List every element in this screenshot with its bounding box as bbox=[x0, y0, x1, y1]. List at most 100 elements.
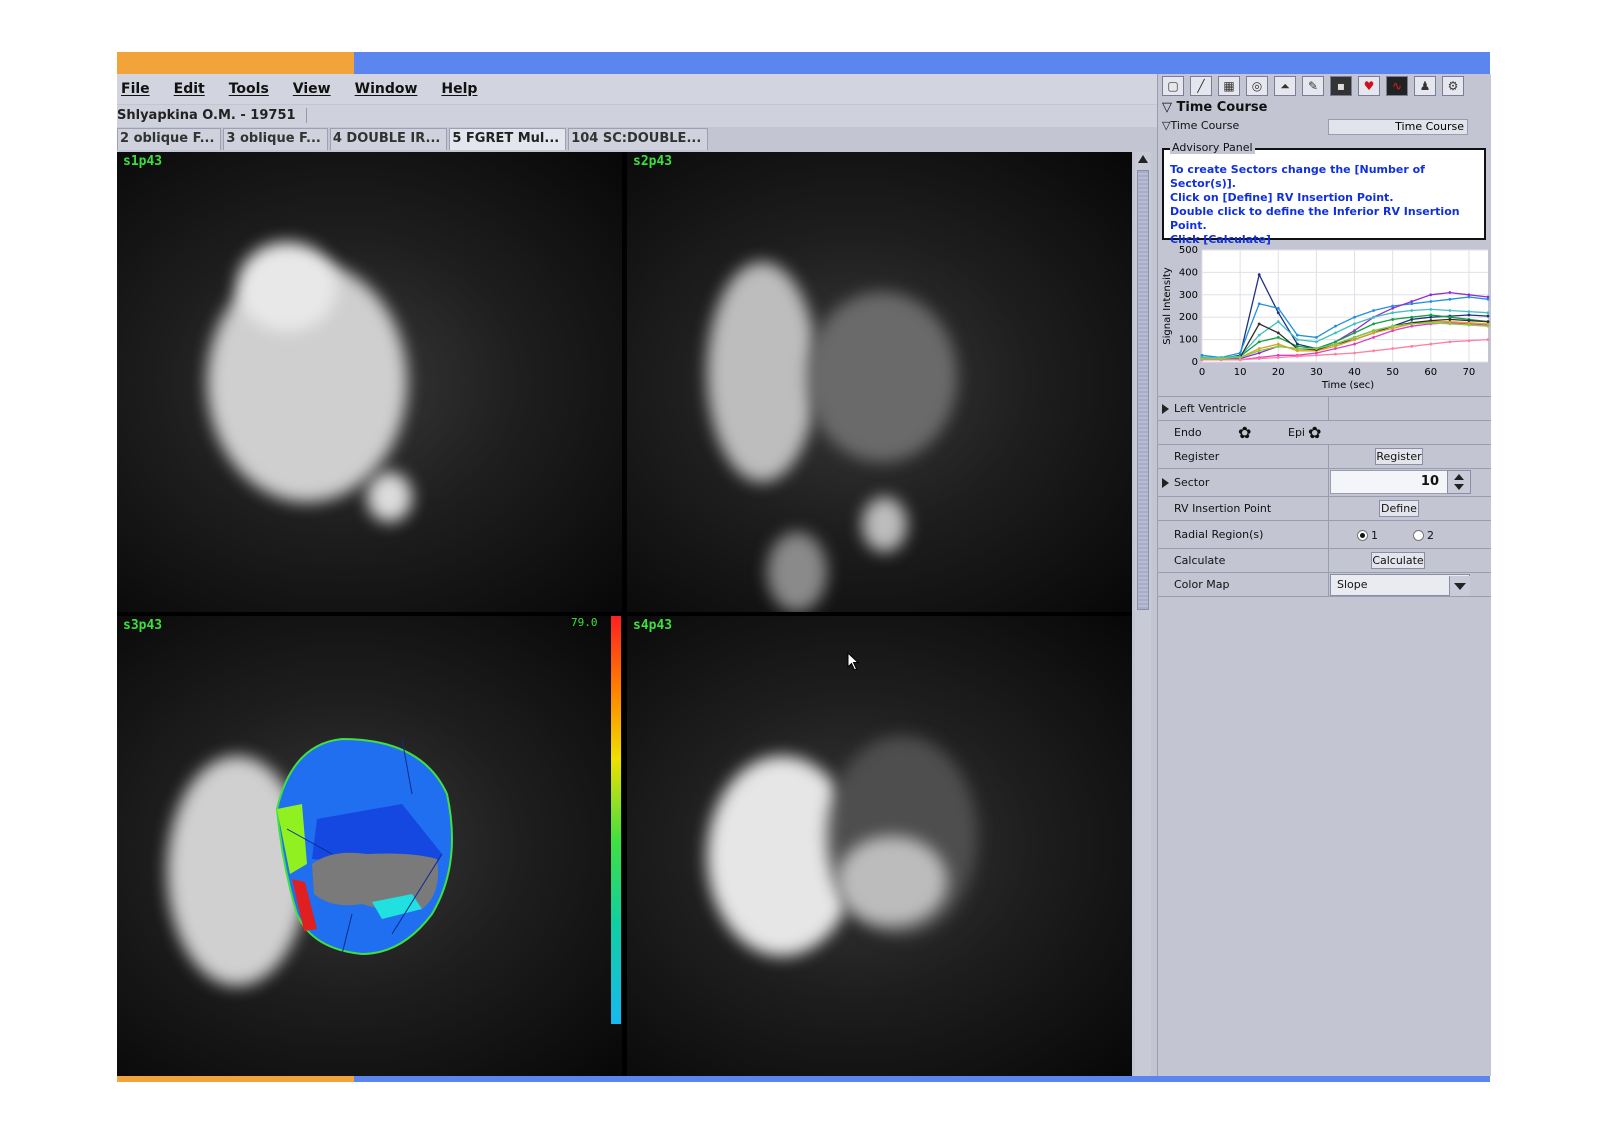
viewport-s2[interactable]: s2p43 bbox=[627, 152, 1132, 612]
viewport-label: s2p43 bbox=[633, 154, 673, 169]
signal-intensity-chart[interactable]: 500 400 300 200 100 0 0 10 20 30 40 50 60 70 Signal … bbox=[1158, 242, 1491, 392]
radial-radio-1[interactable] bbox=[1357, 530, 1368, 541]
time-course-field[interactable]: Time Course bbox=[1328, 119, 1468, 135]
chart-y-tick-label: 500 bbox=[1179, 245, 1198, 256]
target-icon[interactable]: ◎ bbox=[1246, 76, 1268, 96]
calculator-icon[interactable]: ▦ bbox=[1218, 76, 1240, 96]
advisory-panel: Advisory Panel To create Sectors change … bbox=[1162, 141, 1486, 246]
register-button[interactable]: Register bbox=[1375, 448, 1423, 465]
person-icon[interactable]: ♟ bbox=[1414, 76, 1436, 96]
chart-x-tick-label: 20 bbox=[1272, 367, 1285, 378]
signal-icon[interactable]: ∿ bbox=[1386, 76, 1408, 96]
viewport-scrollbar[interactable] bbox=[1135, 152, 1151, 1076]
measure-icon[interactable]: ╱ bbox=[1190, 76, 1212, 96]
radial-regions-row: Radial Region(s) 1 2 bbox=[1158, 520, 1491, 549]
advisory-line: To create Sectors change the [Number of … bbox=[1170, 163, 1425, 190]
tab-series-2[interactable]: 2 oblique F... bbox=[117, 128, 222, 150]
collapse-triangle-icon: ▽ bbox=[1162, 100, 1177, 115]
color-map-row: Color Map Slope bbox=[1158, 572, 1491, 597]
layout-icon[interactable]: ▢ bbox=[1162, 76, 1184, 96]
scroll-up-icon[interactable] bbox=[1138, 155, 1148, 163]
menu-view[interactable]: View bbox=[293, 81, 331, 97]
viewport-s3[interactable]: 79.0 s3p43 bbox=[117, 616, 622, 1076]
radial-radio-2[interactable] bbox=[1413, 530, 1424, 541]
expand-triangle-icon[interactable] bbox=[1162, 476, 1173, 489]
viewport-s1[interactable]: s1p43 bbox=[117, 152, 622, 612]
chart-point bbox=[1486, 314, 1490, 318]
color-map-label: Color Map bbox=[1174, 578, 1230, 591]
chart-point bbox=[1295, 333, 1299, 337]
chart-point bbox=[1353, 331, 1356, 335]
viewport-s4[interactable]: s4p43 bbox=[627, 616, 1132, 1076]
section-title: Time Course bbox=[1176, 100, 1268, 115]
advisory-text: To create Sectors change the [Number of … bbox=[1164, 163, 1484, 247]
color-map-cell: Slope bbox=[1328, 573, 1489, 597]
patient-name[interactable]: Shlyapkina O.M. - 19751 bbox=[117, 108, 307, 123]
chart-y-tick-label: 400 bbox=[1179, 267, 1198, 278]
menu-tools[interactable]: Tools bbox=[229, 81, 269, 97]
cardiac-image-region bbox=[237, 242, 337, 332]
endo-contour-icon[interactable]: ✿ bbox=[1238, 423, 1251, 442]
chart-y-axis-label: Signal Intensity bbox=[1162, 267, 1173, 345]
chart-point bbox=[1372, 329, 1375, 333]
chart-x-axis-label: Time (sec) bbox=[1321, 380, 1374, 391]
chart-point bbox=[1372, 322, 1375, 326]
define-button[interactable]: Define bbox=[1379, 500, 1419, 517]
chart-point bbox=[1353, 351, 1356, 355]
chevron-down-icon[interactable] bbox=[1449, 576, 1470, 596]
chart-point bbox=[1257, 302, 1261, 306]
chart-x-tick-label: 30 bbox=[1310, 367, 1323, 378]
cardiac-image-region bbox=[707, 262, 817, 482]
app-window: File Edit Tools View Window Help Shlyapk… bbox=[117, 74, 1491, 1076]
chart-point bbox=[1486, 324, 1490, 328]
color-map-select[interactable]: Slope bbox=[1330, 574, 1470, 596]
menu-bar: File Edit Tools View Window Help bbox=[117, 74, 1157, 104]
chart-point bbox=[1334, 352, 1337, 356]
calculate-button[interactable]: Calculate bbox=[1371, 552, 1425, 569]
menu-window[interactable]: Window bbox=[355, 81, 418, 97]
sector-count-input[interactable]: 10 bbox=[1330, 470, 1448, 494]
chart-point bbox=[1276, 344, 1280, 348]
patient-header: Shlyapkina O.M. - 19751 bbox=[117, 105, 1157, 127]
scrollbar-thumb[interactable] bbox=[1137, 170, 1149, 610]
chart-point bbox=[1429, 300, 1433, 303]
graph-icon[interactable]: ⏶ bbox=[1274, 76, 1296, 96]
calculate-row: Calculate Calculate bbox=[1158, 548, 1491, 573]
time-course-section-header[interactable]: ▽ Time Course bbox=[1162, 100, 1488, 118]
chart-point bbox=[1429, 321, 1433, 325]
bottom-accent-bar-orange bbox=[117, 1076, 354, 1082]
chart-point bbox=[1276, 311, 1280, 315]
viewport-label: s1p43 bbox=[123, 154, 163, 169]
chart-point bbox=[1391, 347, 1395, 350]
tab-series-4[interactable]: 4 DOUBLE IR... bbox=[329, 128, 448, 150]
settings-icon[interactable]: ⚙ bbox=[1442, 76, 1464, 96]
chart-point bbox=[1391, 324, 1395, 328]
advisory-line: Double click to define the Inferior RV I… bbox=[1170, 205, 1460, 232]
radial-regions-cell: 1 2 bbox=[1328, 521, 1489, 549]
viewport-label: s3p43 bbox=[123, 618, 163, 633]
chart-point bbox=[1238, 356, 1242, 359]
tab-series-3[interactable]: 3 oblique F... bbox=[223, 128, 328, 150]
epi-contour-icon[interactable]: ✿ bbox=[1308, 423, 1321, 442]
radial-option-label: 1 bbox=[1371, 529, 1378, 542]
menu-file[interactable]: File bbox=[121, 81, 150, 97]
left-ventricle-row[interactable]: Left Ventricle bbox=[1158, 396, 1491, 421]
tool-icon-bar: ▢ ╱ ▦ ◎ ⏶ ✎ ▪ ♥ ∿ ♟ ⚙ bbox=[1158, 74, 1495, 98]
chart-point bbox=[1391, 318, 1395, 321]
radial-regions-label: Radial Region(s) bbox=[1174, 528, 1264, 541]
menu-help[interactable]: Help bbox=[441, 81, 477, 97]
calculate-label: Calculate bbox=[1174, 554, 1226, 567]
film-icon[interactable]: ▪ bbox=[1330, 76, 1352, 96]
chart-point bbox=[1486, 320, 1490, 324]
calculate-cell: Calculate bbox=[1328, 549, 1489, 573]
heart-icon[interactable]: ♥ bbox=[1358, 76, 1380, 96]
tab-series-5[interactable]: 5 FGRET Mul... bbox=[449, 128, 567, 150]
chart-point bbox=[1372, 315, 1375, 319]
tab-series-104[interactable]: 104 SC:DOUBLE... bbox=[568, 128, 709, 150]
report-icon[interactable]: ✎ bbox=[1302, 76, 1324, 96]
chart-point bbox=[1257, 273, 1261, 277]
chart-y-tick-label: 0 bbox=[1192, 357, 1198, 368]
sector-stepper-icon[interactable] bbox=[1447, 470, 1471, 494]
chart-point bbox=[1486, 338, 1490, 341]
menu-edit[interactable]: Edit bbox=[174, 81, 205, 97]
